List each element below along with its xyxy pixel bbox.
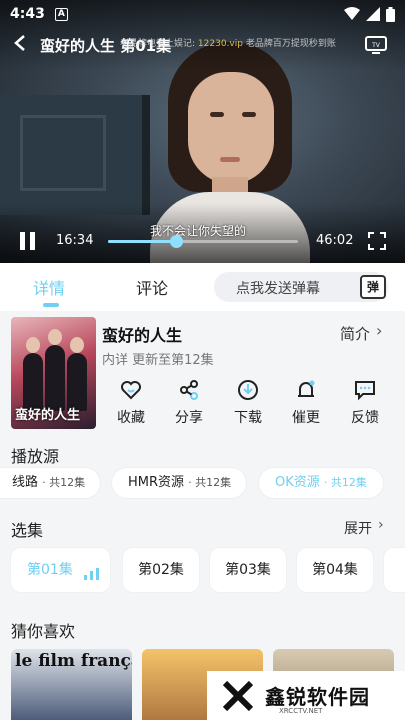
- notification-badge-icon: A: [54, 7, 68, 21]
- episode-item[interactable]: 第04集: [297, 548, 373, 592]
- tab-comments[interactable]: 评论: [136, 275, 168, 299]
- back-arrow-icon[interactable]: [0, 33, 40, 58]
- source-count: · 共12集: [42, 476, 86, 489]
- signal-icon: [366, 7, 380, 21]
- recommend-title: 猜你喜欢: [11, 622, 76, 641]
- episode-item[interactable]: 第02集: [123, 548, 199, 592]
- urge-update-label: 催更: [292, 410, 320, 426]
- share-icon: [180, 380, 198, 400]
- fullscreen-icon[interactable]: [368, 232, 386, 250]
- urge-update-button[interactable]: 催更: [277, 375, 335, 427]
- source-item[interactable]: HMR资源 · 共12集: [112, 468, 246, 498]
- tab-details[interactable]: 详情: [33, 275, 65, 299]
- share-label: 分享: [175, 410, 203, 426]
- source-count: · 共12集: [188, 476, 232, 489]
- show-poster[interactable]: 蛮好的人生: [11, 317, 96, 429]
- watermark-url: XRCCTV.NET: [279, 707, 323, 715]
- download-icon: [238, 380, 258, 400]
- wifi-icon: [344, 7, 360, 20]
- pause-icon[interactable]: [20, 232, 36, 250]
- duration: 46:02: [316, 233, 354, 248]
- current-time: 16:34: [56, 233, 94, 248]
- source-name: 线路: [12, 475, 39, 490]
- video-background-window: [0, 95, 150, 215]
- player-top-bar: 蛮好的人生 第01集 老品牌电竞上娱记: 12230.vip 老品牌百万提现秒到…: [0, 30, 405, 60]
- episodes-title: 选集: [11, 521, 44, 540]
- watermark-logo-icon: [222, 680, 254, 711]
- feedback-label: 反馈: [351, 410, 379, 426]
- cast-tv-icon[interactable]: TV: [365, 34, 387, 58]
- episode-item-partial[interactable]: [384, 548, 405, 592]
- watermark-brand: 鑫锐软件园: [265, 685, 370, 709]
- battery-icon: [386, 6, 395, 22]
- episode-list: 第01集 第02集 第03集 第04集: [0, 548, 405, 594]
- danmaku-input[interactable]: 点我发送弹幕 弹: [214, 272, 388, 302]
- download-label: 下载: [234, 410, 262, 426]
- action-bar: 收藏 分享 下载 催更 反馈: [102, 375, 397, 435]
- heart-icon: [121, 381, 141, 400]
- favorite-label: 收藏: [117, 410, 145, 426]
- recommend-card[interactable]: le film français: [11, 649, 132, 720]
- ad-marquee-text: 老品牌电竞上娱记:: [120, 39, 196, 49]
- ad-marquee: 老品牌电竞上娱记: 12230.vip 老品牌百万提现秒到账: [120, 36, 336, 49]
- share-button[interactable]: 分享: [160, 375, 218, 427]
- player-controls: 16:34 46:02: [0, 230, 405, 254]
- tab-indicator: [43, 303, 59, 307]
- chevron-right-icon[interactable]: ›: [376, 321, 382, 340]
- detail-tabs: 详情 评论 点我发送弹幕 弹: [0, 263, 405, 311]
- recommend-card-title: le film français: [15, 651, 132, 671]
- chevron-right-icon[interactable]: ›: [378, 517, 384, 533]
- feedback-button[interactable]: 反馈: [336, 375, 394, 427]
- expand-link[interactable]: 展开: [344, 518, 372, 538]
- ad-marquee-suffix: 老品牌百万提现秒到账: [245, 39, 336, 49]
- poster-title: 蛮好的人生: [15, 408, 81, 423]
- danmaku-toggle-icon[interactable]: 弹: [360, 275, 386, 299]
- progress-slider[interactable]: [108, 235, 298, 248]
- favorite-button[interactable]: 收藏: [102, 375, 160, 427]
- source-name: OK资源: [275, 475, 320, 490]
- show-meta: 内详 更新至第12集: [102, 353, 214, 368]
- danmaku-placeholder: 点我发送弹幕: [236, 281, 320, 297]
- download-button[interactable]: 下载: [219, 375, 277, 427]
- app-root: 4:43 A 蛮好的人生 第01集 老品牌电竞上娱记: 12230.vip 老品…: [0, 0, 405, 720]
- source-name: HMR资源: [128, 475, 185, 490]
- bell-icon: [298, 380, 315, 397]
- progress-fill: [108, 240, 177, 243]
- status-bar: 4:43 A: [0, 0, 405, 28]
- progress-knob[interactable]: [170, 235, 184, 248]
- source-item-active[interactable]: OK资源 · 共12集: [259, 468, 383, 498]
- episode-label: 第01集: [27, 562, 73, 578]
- feedback-icon: [355, 381, 375, 401]
- sources-title: 播放源: [11, 447, 60, 466]
- playing-bars-icon: [84, 568, 100, 580]
- svg-text:TV: TV: [371, 42, 381, 49]
- ad-marquee-highlight: 12230.vip: [197, 39, 243, 49]
- source-count: · 共12集: [323, 476, 367, 489]
- video-player[interactable]: 4:43 A 蛮好的人生 第01集 老品牌电竞上娱记: 12230.vip 老品…: [0, 0, 405, 263]
- source-item[interactable]: 线路 · 共12集: [0, 468, 100, 498]
- sources-list: 线路 · 共12集 HMR资源 · 共12集 OK资源 · 共12集: [0, 468, 405, 500]
- watermark: 鑫锐软件园 XRCCTV.NET: [207, 671, 405, 720]
- status-time: 4:43: [10, 6, 45, 22]
- show-title: 蛮好的人生: [102, 326, 183, 345]
- episode-item[interactable]: 第03集: [210, 548, 286, 592]
- episode-item-active[interactable]: 第01集: [11, 548, 110, 592]
- intro-link[interactable]: 简介: [340, 323, 370, 344]
